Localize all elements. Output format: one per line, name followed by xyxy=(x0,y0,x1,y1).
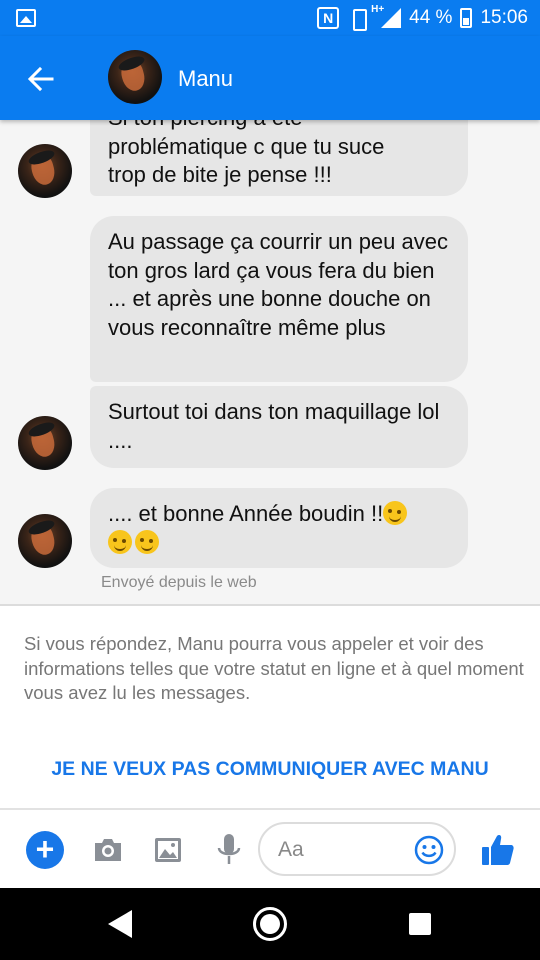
message-composer: + xyxy=(0,810,540,888)
sender-avatar[interactable] xyxy=(18,416,72,470)
reply-notice: Si vous répondez, Manu pourra vous appel… xyxy=(24,633,524,703)
back-arrow-icon[interactable] xyxy=(26,64,56,94)
camera-icon[interactable] xyxy=(92,834,124,866)
vibrate-icon xyxy=(347,8,369,31)
message-line: Si ton piercing a été xyxy=(108,120,450,133)
message-text: Au passage ça courrir un peu avec ton gr… xyxy=(108,229,448,340)
mic-icon[interactable] xyxy=(215,832,243,868)
add-button[interactable]: + xyxy=(26,831,64,869)
nav-back-icon[interactable] xyxy=(108,910,132,938)
wink-emoji-icon xyxy=(383,501,408,525)
nfc-icon: N xyxy=(317,7,340,29)
battery-percent: 44 % xyxy=(409,7,453,28)
status-bar: N H+ 44 % 15:06 xyxy=(0,0,540,36)
sent-from-label: Envoyé depuis le web xyxy=(101,574,257,591)
image-icon[interactable] xyxy=(152,834,184,866)
nav-home-icon[interactable] xyxy=(253,907,287,941)
message-text: Surtout toi dans ton maquillage lol .... xyxy=(108,399,440,453)
clock: 15:06 xyxy=(480,7,528,28)
like-icon[interactable] xyxy=(480,832,516,868)
status-icons: N H+ 44 % 15:06 xyxy=(317,0,528,36)
message-list[interactable]: Si ton piercing a été problématique c qu… xyxy=(0,120,540,604)
sender-avatar[interactable] xyxy=(18,144,72,198)
divider xyxy=(0,604,540,606)
gallery-icon xyxy=(16,9,36,27)
message-input[interactable] xyxy=(278,836,408,864)
block-contact-link[interactable]: JE NE VEUX PAS COMMUNIQUER AVEC MANU xyxy=(0,758,540,781)
message-bubble[interactable]: .... et bonne Année boudin !! xyxy=(90,488,468,568)
signal-icon: H+ xyxy=(371,4,402,28)
message-line: problématique c que tu suce xyxy=(108,133,385,159)
conversation-header: Manu xyxy=(0,36,540,120)
nav-recent-icon[interactable] xyxy=(409,913,431,935)
wink-emoji-icon xyxy=(108,529,132,554)
wink-emoji-icon xyxy=(135,529,159,554)
message-text: .... et bonne Année boudin !! xyxy=(108,501,384,526)
network-type: H+ xyxy=(371,4,385,15)
battery-icon xyxy=(460,8,473,28)
message-bubble[interactable]: Au passage ça courrir un peu avec ton gr… xyxy=(90,216,468,382)
message-bubble[interactable]: Surtout toi dans ton maquillage lol .... xyxy=(90,386,468,468)
contact-name[interactable]: Manu xyxy=(178,66,233,92)
system-nav-bar xyxy=(0,888,540,960)
message-line: trop de bite je pense !!! xyxy=(108,162,332,187)
sender-avatar[interactable] xyxy=(18,514,72,568)
message-input-container[interactable] xyxy=(258,822,456,876)
message-text: Si ton piercing a été problématique c qu… xyxy=(108,120,450,190)
smiley-icon[interactable] xyxy=(414,835,444,865)
message-bubble[interactable]: Si ton piercing a été problématique c qu… xyxy=(90,120,468,196)
contact-avatar[interactable] xyxy=(108,50,162,104)
